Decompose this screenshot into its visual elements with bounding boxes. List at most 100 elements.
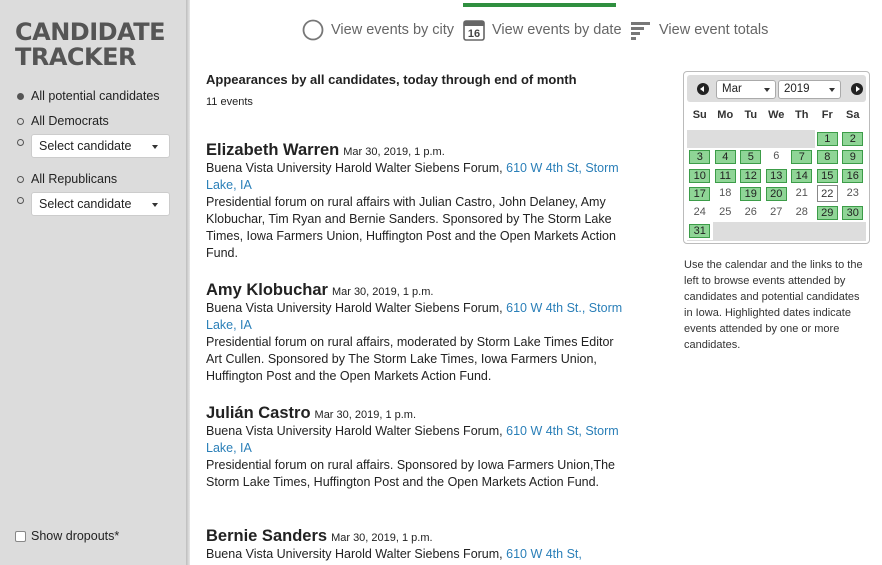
option-label: All Democrats bbox=[31, 114, 109, 128]
event-item: Bernie Sanders Mar 30, 2019, 1 p.m. Buena… bbox=[206, 527, 631, 563]
calendar-day[interactable]: 23 bbox=[842, 187, 863, 201]
republican-candidate-select[interactable]: Select candidate bbox=[31, 192, 170, 216]
candidate-name: Elizabeth Warren bbox=[206, 141, 340, 159]
page-title: Appearances by all candidates, today thr… bbox=[206, 72, 577, 87]
event-venue: Buena Vista University Harold Walter Sie… bbox=[206, 301, 507, 315]
calendar-day[interactable]: 1 bbox=[816, 132, 838, 146]
option-all-potential[interactable]: All potential candidates bbox=[17, 89, 160, 103]
option-all-republicans[interactable]: All Republicans bbox=[17, 172, 117, 186]
weekday-label: Su bbox=[692, 109, 707, 121]
calendar-day[interactable]: 5 bbox=[740, 150, 762, 165]
option-label: All potential candidates bbox=[31, 89, 160, 103]
event-item: Elizabeth Warren Mar 30, 2019, 1 p.m. Bue… bbox=[206, 141, 631, 262]
event-venue: Buena Vista University Harold Walter Sie… bbox=[206, 161, 507, 175]
event-count: 11 events bbox=[206, 96, 253, 108]
calendar-grid: 1 2 3 4 5 6 7 8 9 10 11 12 13 14 15 16 17 18 19 20 21 22 23 24 2… bbox=[687, 130, 866, 241]
select-value: Select candidate bbox=[39, 139, 132, 153]
event-date: Mar 30, 2019, 1 p.m. bbox=[331, 286, 434, 298]
calendar-day[interactable]: 21 bbox=[791, 187, 812, 201]
chevron-down-icon bbox=[152, 145, 158, 149]
select-value: Select candidate bbox=[39, 197, 132, 211]
calendar-day[interactable]: 17 bbox=[689, 187, 711, 202]
calendar-day[interactable]: 2 bbox=[842, 132, 864, 146]
calendar-day[interactable]: 14 bbox=[791, 168, 813, 183]
year-select[interactable]: 2019 bbox=[778, 80, 841, 99]
democrat-candidate-select[interactable]: Select candidate bbox=[31, 134, 170, 158]
calendar-day[interactable]: 16 bbox=[842, 168, 864, 183]
circle-icon bbox=[302, 19, 324, 40]
sidebar-divider bbox=[186, 0, 190, 565]
option-all-democrats[interactable]: All Democrats bbox=[17, 114, 109, 128]
chevron-down-icon bbox=[152, 203, 158, 207]
tab-by-date[interactable]: 16 View events by date bbox=[463, 12, 622, 47]
year-value: 2019 bbox=[784, 83, 810, 95]
calendar-header: Mar 2019 bbox=[687, 75, 866, 102]
active-tab-indicator bbox=[463, 3, 616, 7]
event-description: Presidential forum on rural affairs, mod… bbox=[206, 335, 614, 383]
option-democrat-select[interactable] bbox=[17, 139, 31, 146]
event-item: Amy Klobuchar Mar 30, 2019, 1 p.m. Buena … bbox=[206, 281, 631, 385]
calendar-day[interactable]: 30 bbox=[842, 205, 864, 220]
weekday-label: Mo bbox=[717, 109, 734, 121]
tab-label: View events by date bbox=[492, 21, 622, 38]
checkbox-icon[interactable] bbox=[15, 530, 26, 542]
radio-selected-icon[interactable] bbox=[17, 92, 24, 100]
chevron-down-icon bbox=[829, 88, 835, 92]
event-description: Presidential forum on rural affairs with… bbox=[206, 195, 616, 260]
calendar-day[interactable]: 12 bbox=[740, 168, 762, 183]
calendar-day[interactable]: 19 bbox=[740, 187, 762, 202]
calendar-day[interactable]: 10 bbox=[689, 168, 711, 183]
event-item: Julián Castro Mar 30, 2019, 1 p.m. Buena … bbox=[206, 404, 631, 491]
calendar-icon: 16 bbox=[463, 19, 485, 41]
calendar-day[interactable]: 11 bbox=[714, 168, 736, 183]
prev-month-icon[interactable] bbox=[697, 83, 709, 95]
radio-icon[interactable] bbox=[17, 175, 24, 183]
event-venue: Buena Vista University Harold Walter Sie… bbox=[206, 547, 507, 561]
event-address-link[interactable]: 610 W 4th St, bbox=[506, 547, 582, 561]
calendar-icon-number: 16 bbox=[468, 28, 480, 40]
calendar-day[interactable]: 8 bbox=[816, 150, 838, 165]
weekday-label: Th bbox=[795, 109, 809, 121]
calendar-widget: Mar 2019 Su Mo Tu We Th Fr Sa 1 2 3 4 5 6 7 8 9 10 11 12 1… bbox=[683, 71, 870, 244]
calendar-day[interactable]: 15 bbox=[816, 168, 838, 183]
calendar-day[interactable]: 13 bbox=[765, 168, 787, 183]
month-select[interactable]: Mar bbox=[716, 80, 776, 99]
event-date: Mar 30, 2019, 1 p.m. bbox=[343, 146, 445, 158]
calendar-day[interactable]: 20 bbox=[765, 187, 787, 202]
calendar-day[interactable]: 3 bbox=[689, 150, 711, 165]
calendar-day[interactable]: 27 bbox=[766, 206, 787, 220]
candidate-name: Bernie Sanders bbox=[206, 527, 328, 545]
radio-icon[interactable] bbox=[17, 197, 24, 204]
calendar-day[interactable]: 7 bbox=[791, 150, 813, 165]
event-venue: Buena Vista University Harold Walter Sie… bbox=[206, 424, 507, 438]
candidate-name: Amy Klobuchar bbox=[206, 281, 328, 299]
weekday-label: Fr bbox=[821, 109, 833, 121]
month-value: Mar bbox=[722, 83, 742, 95]
candidate-name: Julián Castro bbox=[206, 404, 311, 422]
tab-by-city[interactable]: View events by city bbox=[302, 12, 454, 47]
option-republican-select[interactable] bbox=[17, 197, 31, 204]
calendar-day[interactable]: 25 bbox=[715, 206, 736, 220]
calendar-help-text: Use the calendar and the links to the le… bbox=[684, 259, 863, 351]
calendar-day[interactable]: 18 bbox=[715, 187, 736, 201]
calendar-day[interactable]: 28 bbox=[791, 206, 812, 220]
calendar-day[interactable]: 31 bbox=[689, 224, 711, 238]
chevron-down-icon bbox=[764, 88, 770, 92]
weekday-label: We bbox=[768, 109, 785, 121]
calendar-day[interactable]: 24 bbox=[689, 206, 710, 220]
calendar-day[interactable]: 29 bbox=[816, 205, 838, 220]
calendar-day[interactable]: 4 bbox=[714, 150, 736, 165]
radio-icon[interactable] bbox=[17, 117, 24, 125]
event-description: Presidential forum on rural affairs. Spo… bbox=[206, 458, 615, 489]
event-date: Mar 30, 2019, 1 p.m. bbox=[314, 409, 417, 421]
calendar-day[interactable]: 26 bbox=[740, 206, 761, 220]
show-dropouts-toggle[interactable]: Show dropouts* bbox=[15, 529, 119, 543]
calendar-day[interactable]: 22 bbox=[816, 185, 838, 203]
calendar-day[interactable]: 9 bbox=[842, 150, 864, 165]
radio-icon[interactable] bbox=[17, 139, 24, 146]
calendar-day[interactable]: 6 bbox=[766, 150, 787, 164]
next-month-icon[interactable] bbox=[851, 83, 863, 95]
tab-event-totals[interactable]: View event totals bbox=[630, 12, 768, 47]
weekday-header: Su Mo Tu We Th Fr Sa bbox=[687, 109, 866, 121]
weekday-label: Sa bbox=[846, 109, 860, 121]
